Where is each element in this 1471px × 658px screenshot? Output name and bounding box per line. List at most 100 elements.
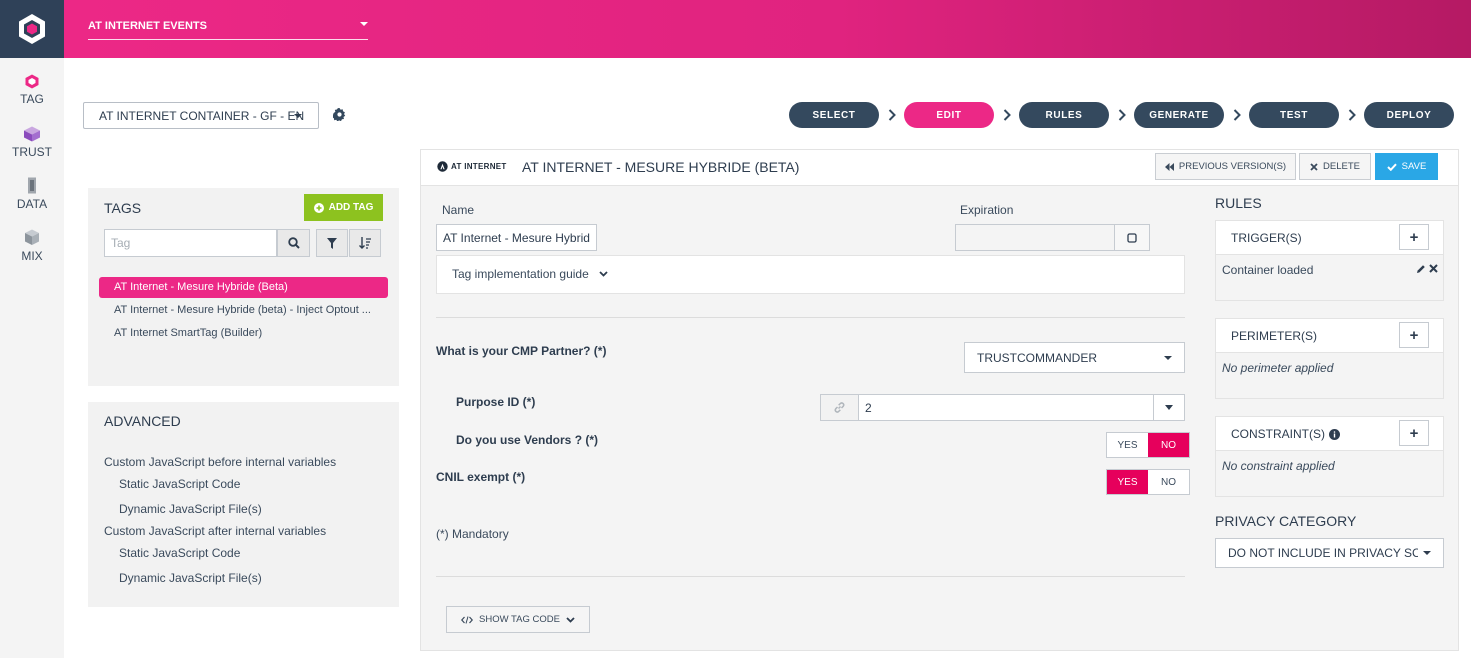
expiration-input[interactable] (955, 224, 1115, 251)
chevron-down-icon (1164, 355, 1172, 360)
code-icon (461, 615, 474, 624)
environment-select[interactable]: AT INTERNET EVENTS (88, 14, 368, 40)
step-rules[interactable]: RULES (1019, 102, 1109, 128)
purpose-id-label: Purpose ID (*) (456, 395, 536, 409)
app-logo[interactable] (0, 0, 64, 58)
previous-versions-label: PREVIOUS VERSION(S) (1178, 161, 1287, 172)
implementation-guide-toggle[interactable]: Tag implementation guide (452, 267, 608, 281)
rail-item-tag[interactable]: TAG (0, 64, 64, 116)
rail-label-trust: TRUST (12, 144, 52, 159)
cmp-partner-label: What is your CMP Partner? (*) (436, 344, 607, 358)
top-header: AT INTERNET EVENTS (64, 0, 1471, 58)
tag-hexagon-icon (25, 74, 39, 89)
trust-cube-icon (24, 126, 40, 141)
delete-button[interactable]: DELETE (1299, 153, 1371, 180)
chevron-down-icon (566, 616, 575, 623)
chevron-down-icon (1423, 551, 1431, 555)
purpose-id-input[interactable] (858, 394, 1154, 421)
cmp-partner-select[interactable]: TRUSTCOMMANDER (964, 342, 1185, 373)
chevron-down-icon (599, 271, 608, 277)
link-addon (820, 394, 859, 421)
show-tag-code-button[interactable]: SHOW TAG CODE (446, 606, 590, 633)
add-tag-label: ADD TAG (328, 202, 374, 213)
triggers-title: TRIGGER(S) (1231, 231, 1302, 245)
privacy-category-value: DO NOT INCLUDE IN PRIVACY SC (1228, 546, 1418, 560)
step-select[interactable]: SELECT (789, 102, 879, 128)
sort-button[interactable] (349, 229, 381, 257)
tag-search-input[interactable] (104, 229, 277, 257)
tag-list-item[interactable]: AT Internet - Mesure Hybride (beta) - In… (99, 300, 388, 321)
chevron-right-icon (879, 109, 904, 121)
implementation-guide-box: Tag implementation guide (436, 255, 1185, 294)
square-icon (1127, 232, 1137, 243)
add-constraint-button[interactable]: + (1399, 420, 1429, 446)
filter-button[interactable] (316, 229, 348, 257)
advanced-item[interactable]: Custom JavaScript after internal variabl… (104, 524, 326, 538)
purpose-id-dropdown-button[interactable] (1153, 394, 1185, 421)
name-input[interactable] (436, 224, 597, 251)
step-edit[interactable]: EDIT (904, 102, 994, 128)
constraints-box: CONSTRAINT(S) + No constraint applied (1215, 416, 1444, 497)
rail-label-tag: TAG (20, 92, 44, 106)
filter-icon (327, 237, 337, 249)
show-tag-code-label: SHOW TAG CODE (479, 614, 560, 625)
search-button[interactable] (277, 229, 310, 257)
previous-versions-button[interactable]: PREVIOUS VERSION(S) (1155, 153, 1296, 180)
container-select-value: AT INTERNET CONTAINER - GF - EN (99, 109, 305, 123)
info-icon[interactable] (1329, 428, 1340, 440)
perimeters-title: PERIMETER(S) (1231, 329, 1318, 343)
advanced-item[interactable]: Static JavaScript Code (119, 546, 240, 560)
vendors-toggle: YES NO (1106, 432, 1190, 458)
add-trigger-button[interactable]: + (1399, 224, 1429, 250)
editor-title: AT INTERNET - MESURE HYBRIDE (BETA) (522, 159, 800, 175)
trigger-item-label: Container loaded (1222, 263, 1314, 277)
rail-item-trust[interactable]: TRUST (0, 116, 64, 168)
advanced-item[interactable]: Dynamic JavaScript File(s) (119, 571, 262, 585)
tag-list-item[interactable]: AT Internet SmartTag (Builder) (99, 323, 388, 344)
step-test[interactable]: TEST (1249, 102, 1339, 128)
chevron-right-icon (994, 109, 1019, 121)
rail-item-mix[interactable]: MIX (0, 220, 64, 272)
gear-icon[interactable] (333, 108, 346, 121)
constraints-title: CONSTRAINT(S) (1231, 427, 1325, 441)
trigger-actions (1416, 264, 1438, 274)
constraints-empty: No constraint applied (1222, 459, 1335, 473)
rail-item-data[interactable]: DATA (0, 168, 64, 220)
vendors-label: Do you use Vendors ? (*) (456, 433, 599, 447)
close-icon[interactable] (1429, 264, 1438, 273)
cnil-yes-option[interactable]: YES (1107, 470, 1148, 494)
rail-label-mix: MIX (21, 249, 43, 263)
tag-list-item[interactable]: AT Internet - Mesure Hybride (Beta) (99, 277, 388, 298)
calendar-button[interactable] (1114, 224, 1150, 251)
advanced-item[interactable]: Dynamic JavaScript File(s) (119, 502, 262, 516)
step-generate[interactable]: GENERATE (1134, 102, 1224, 128)
vendors-no-option[interactable]: NO (1148, 433, 1189, 457)
add-tag-button[interactable]: ADD TAG (304, 194, 383, 221)
rules-title: RULES (1215, 195, 1262, 211)
add-perimeter-button[interactable]: + (1399, 322, 1429, 348)
pencil-icon[interactable] (1416, 264, 1426, 274)
left-rail: TAG TRUST DATA MIX (0, 0, 64, 658)
chevron-down-icon (294, 114, 302, 118)
sort-icon (359, 237, 371, 249)
privacy-category-select[interactable]: DO NOT INCLUDE IN PRIVACY SC (1215, 538, 1444, 568)
advanced-item[interactable]: Custom JavaScript before internal variab… (104, 455, 336, 469)
privacy-category-title: PRIVACY CATEGORY (1215, 513, 1357, 529)
triggers-box: TRIGGER(S) + Container loaded (1215, 220, 1444, 301)
chevron-right-icon (1339, 109, 1364, 121)
perimeters-box: PERIMETER(S) + No perimeter applied (1215, 318, 1444, 399)
mandatory-note: (*) Mandatory (436, 527, 509, 541)
container-select[interactable]: AT INTERNET CONTAINER - GF - EN (83, 102, 319, 129)
save-button[interactable]: SAVE (1375, 153, 1438, 180)
search-icon (287, 237, 300, 249)
vendor-name: AT INTERNET (451, 162, 507, 171)
advanced-panel: ADVANCED Custom JavaScript before intern… (88, 402, 399, 607)
step-deploy[interactable]: DEPLOY (1364, 102, 1454, 128)
link-icon (834, 402, 845, 413)
vendors-yes-option[interactable]: YES (1107, 433, 1148, 457)
chevron-right-icon (1109, 109, 1134, 121)
advanced-item[interactable]: Static JavaScript Code (119, 477, 240, 491)
constraints-title-wrap: CONSTRAINT(S) (1231, 427, 1340, 441)
cnil-no-option[interactable]: NO (1148, 470, 1189, 494)
triggers-header: TRIGGER(S) + (1216, 221, 1443, 255)
